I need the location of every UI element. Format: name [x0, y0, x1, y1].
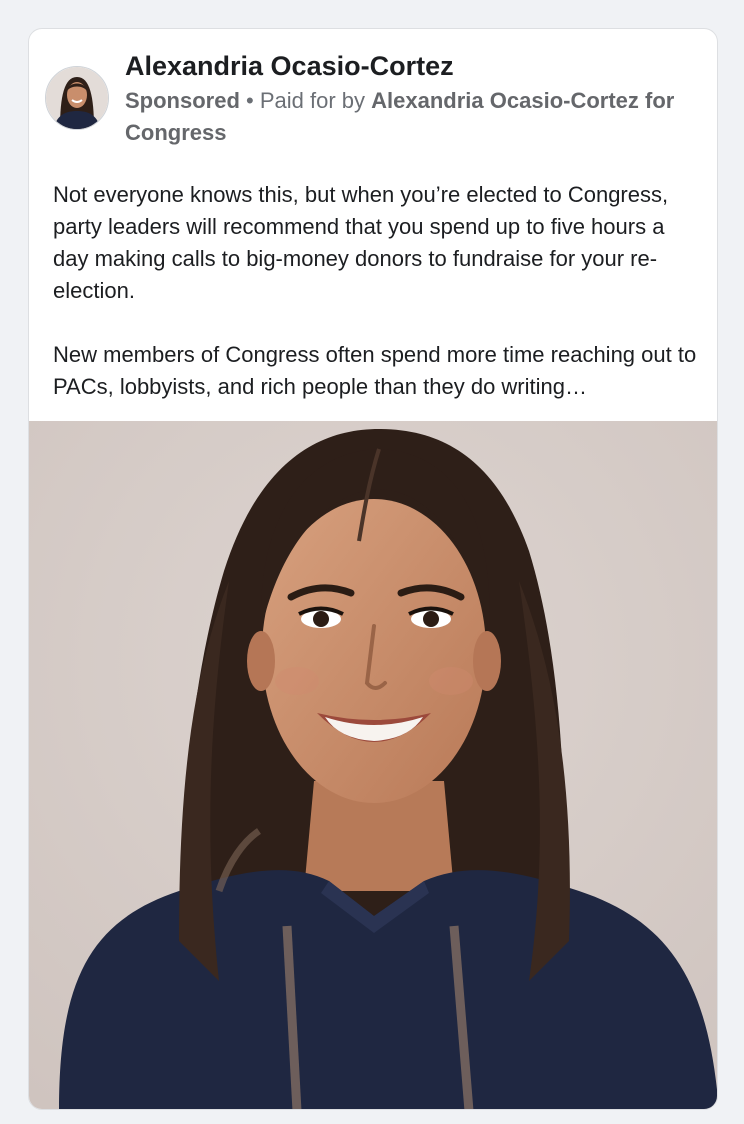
paid-for-prefix: Paid for by [259, 88, 366, 113]
sponsored-label[interactable]: Sponsored [125, 88, 240, 113]
portrait-photo-icon [29, 421, 717, 1109]
ad-image[interactable] [29, 421, 717, 1109]
post-paragraph-1: Not everyone knows this, but when you’re… [53, 182, 669, 303]
post-body: Not everyone knows this, but when you’re… [53, 179, 703, 403]
sponsored-post-card: Alexandria Ocasio-Cortez Sponsored • Pai… [28, 28, 718, 1110]
post-paragraph-2[interactable]: New members of Congress often spend more… [53, 339, 703, 403]
meta-separator: • [246, 88, 254, 113]
sponsored-disclaimer: Sponsored • Paid for by Alexandria Ocasi… [125, 85, 705, 149]
avatar-portrait-icon [46, 67, 108, 129]
author-name-link[interactable]: Alexandria Ocasio-Cortez [125, 49, 454, 83]
author-avatar[interactable] [45, 66, 109, 130]
